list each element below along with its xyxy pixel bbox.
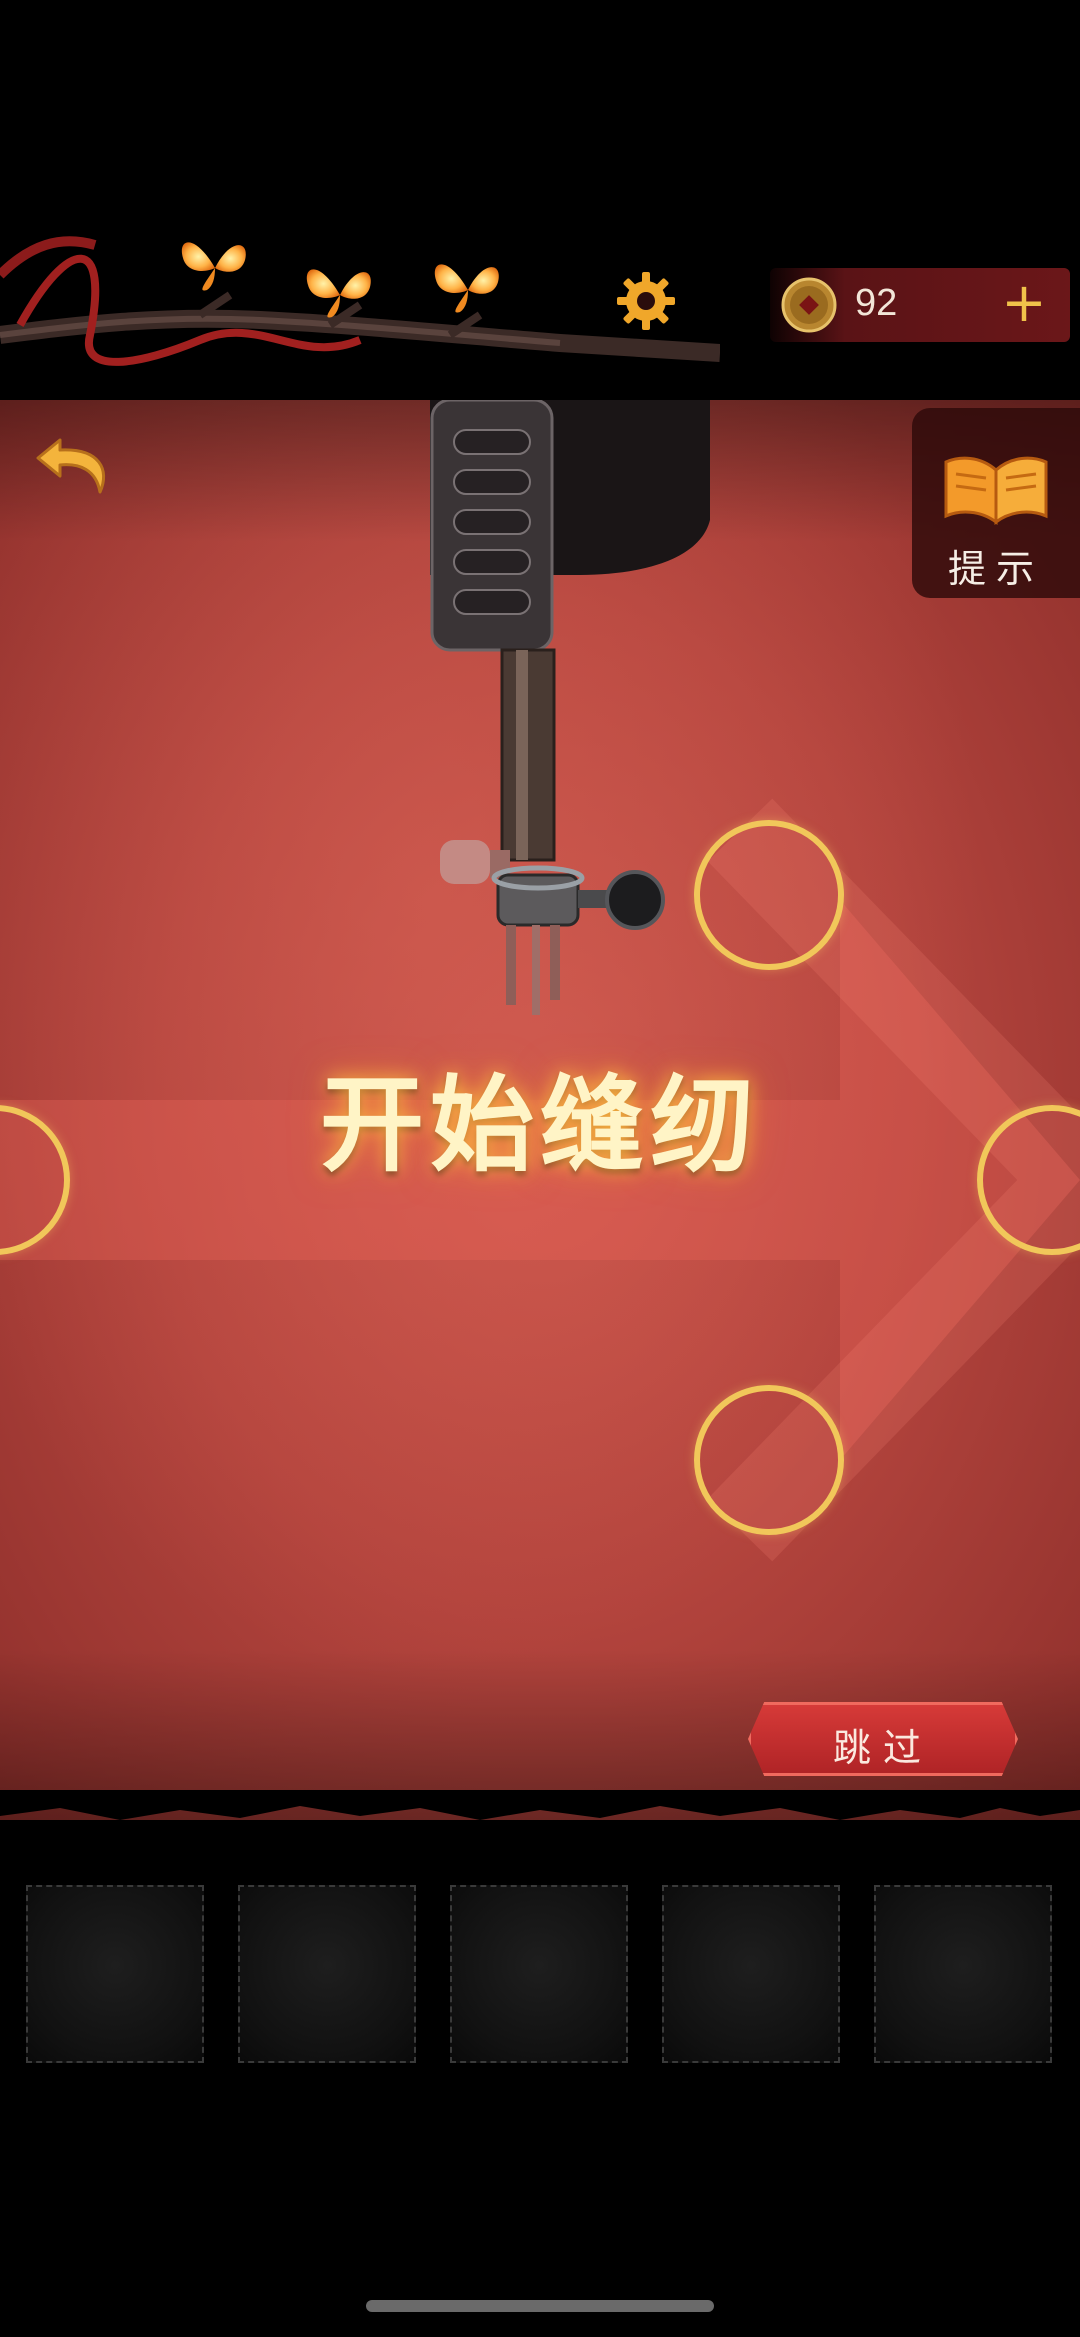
coin-value: 92 [855,282,898,324]
undo-arrow-icon[interactable] [30,420,120,510]
inventory-slot[interactable] [238,1885,416,2063]
inventory-slot[interactable] [874,1885,1052,2063]
hint-label: 提示 [947,547,1044,591]
life-butterfly-icon [306,269,371,318]
home-indicator[interactable] [366,2300,714,2312]
inventory-slot[interactable] [450,1885,628,2063]
top-bar: 92 + [0,0,1080,410]
open-book-icon [944,456,1048,525]
inventory-bar [0,1885,1080,2065]
hint-button[interactable]: 提示 [912,408,1080,598]
coin-icon [781,277,837,333]
life-butterfly-icon [434,264,499,313]
puzzle-title: 开始缝纫 [319,1063,760,1186]
sewing-machine-needle [430,400,710,1015]
life-butterfly-icon [181,242,246,291]
stitch-target-bottom[interactable] [694,1385,844,1535]
coin-counter: 92 + [770,268,1070,342]
torn-edge-divider [0,1790,1080,1820]
add-coins-button[interactable]: + [990,272,1058,338]
gear-icon[interactable] [615,270,677,332]
skip-button[interactable]: 跳过 [748,1702,1018,1776]
skip-label: 跳过 [832,1726,933,1770]
inventory-slot[interactable] [26,1885,204,2063]
inventory-slot[interactable] [662,1885,840,2063]
